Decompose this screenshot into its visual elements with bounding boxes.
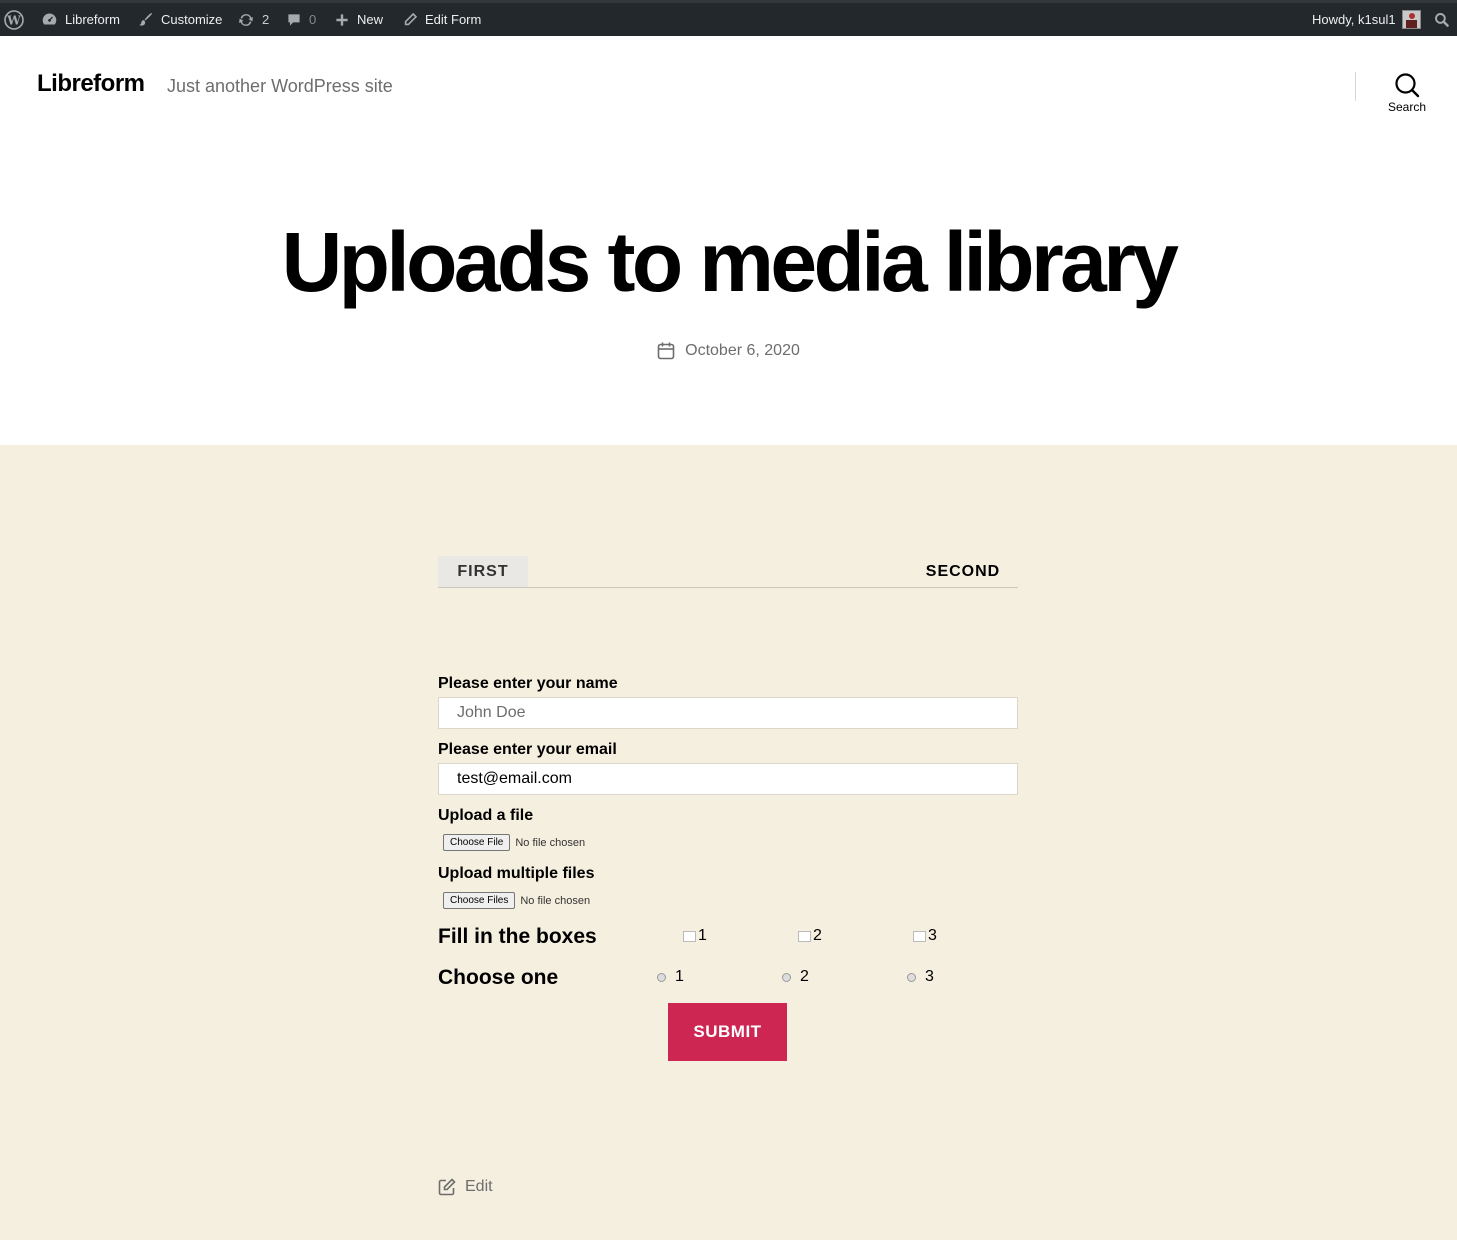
post-meta: October 6, 2020 [0,342,1457,360]
checkbox-option-3[interactable]: 3 [913,927,937,945]
dashboard-icon [41,11,58,28]
radio-option-label: 2 [800,968,809,985]
radio-button[interactable] [782,972,791,982]
wordpress-logo-icon[interactable]: W [4,3,24,36]
pencil-icon [402,12,418,28]
comment-icon [286,12,302,28]
radio-button[interactable] [907,972,916,982]
tab-second[interactable]: SECOND [908,556,1018,587]
multi-upload-field: Choose Files No file chosen [443,892,590,909]
admin-account-link[interactable]: Howdy, k1sul1 [1312,3,1421,36]
checkbox-option-1[interactable]: 1 [683,927,707,945]
admin-search-icon[interactable] [1434,3,1450,36]
edit-label: Edit [465,1178,493,1195]
checkbox-option-label: 3 [928,927,937,944]
file-upload-field: Choose File No file chosen [443,834,585,851]
search-toggle-label: Search [1387,100,1427,114]
multi-upload-label: Upload multiple files [438,865,595,882]
plus-icon [334,12,350,28]
howdy-label: Howdy, k1sul1 [1312,12,1396,27]
admin-new-label: New [357,12,384,27]
admin-new-link[interactable]: New [334,3,383,36]
radio-option-2[interactable]: 2 [782,968,809,986]
search-icon [1395,73,1420,98]
radio-option-label: 1 [675,968,684,985]
search-toggle-button[interactable]: Search [1380,72,1434,122]
email-input[interactable] [438,763,1018,795]
admin-customize-link[interactable]: Customize [137,3,222,36]
name-label: Please enter your name [438,675,618,692]
page-title: Uploads to media library [281,215,1179,309]
updates-count: 2 [262,12,270,27]
paintbrush-icon [137,11,154,28]
radio-option-label: 3 [925,968,934,985]
choose-file-button[interactable]: Choose File [443,834,511,851]
site-title[interactable]: Libreform [37,70,145,98]
email-label: Please enter your email [438,741,617,758]
edit-icon [438,1178,456,1196]
checkbox-option-label: 2 [813,927,822,944]
radio-button[interactable] [657,972,666,982]
admin-site-label: Libreform [65,12,120,27]
choose-files-button[interactable]: Choose Files [443,892,516,909]
header-divider [1355,72,1356,101]
submit-button[interactable]: SUBMIT [668,1003,787,1061]
checkbox[interactable] [683,930,696,942]
admin-customize-label: Customize [161,12,223,27]
file-status: No file chosen [515,836,586,849]
post-date[interactable]: October 6, 2020 [685,342,800,360]
calendar-icon [657,342,675,360]
radio-option-1[interactable]: 1 [657,968,684,986]
admin-comments-link[interactable]: 0 [286,3,316,36]
admin-updates-link[interactable]: 2 [237,3,269,36]
avatar [1401,10,1421,29]
comments-count: 0 [309,12,317,27]
file-upload-label: Upload a file [438,807,534,824]
checkbox[interactable] [798,930,811,942]
radio-group-label: Choose one [438,966,559,989]
updates-icon [237,11,255,29]
site-description: Just another WordPress site [167,76,393,96]
checkbox-option-label: 1 [698,927,707,944]
admin-bar: W Libreform Customize 2 0 New Edit Form … [0,0,1457,36]
admin-site-link[interactable]: Libreform [41,3,120,36]
multi-file-status: No file chosen [520,894,591,907]
checkbox-option-2[interactable]: 2 [798,927,822,945]
radio-option-3[interactable]: 3 [907,968,934,986]
admin-edit-form-link[interactable]: Edit Form [402,3,481,36]
form-tabs: FIRST SECOND [438,556,1018,588]
name-input[interactable] [438,697,1018,729]
edit-post-link[interactable]: Edit [438,1178,493,1196]
svg-text:W: W [6,13,21,27]
admin-edit-form-label: Edit Form [425,12,482,27]
checkbox[interactable] [913,930,926,942]
tab-first[interactable]: FIRST [438,556,528,587]
checkbox-group-label: Fill in the boxes [438,925,597,948]
